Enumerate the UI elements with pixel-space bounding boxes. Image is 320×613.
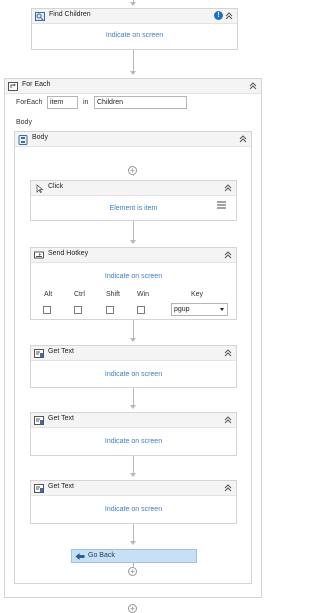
- info-icon[interactable]: !: [214, 11, 223, 20]
- activity-find-children[interactable]: Find Children ! Indicate on screen: [31, 8, 238, 50]
- activity-title: Get Text: [48, 415, 74, 422]
- collapse-icon[interactable]: [224, 251, 232, 259]
- add-activity-icon[interactable]: +: [128, 166, 137, 175]
- indicate-on-screen-link[interactable]: Indicate on screen: [32, 32, 237, 39]
- activity-title: Send Hotkey: [48, 250, 89, 257]
- indicate-on-screen-link[interactable]: Indicate on screen: [31, 371, 236, 378]
- alt-label: Alt: [44, 291, 53, 298]
- activity-header: Get Text: [31, 413, 236, 428]
- item-variable-field[interactable]: item: [47, 96, 78, 109]
- collapse-icon[interactable]: [224, 349, 232, 357]
- connector-arrow: [130, 473, 136, 477]
- shift-checkbox[interactable]: [106, 306, 114, 314]
- activity-header: Click: [31, 181, 236, 196]
- activity-get-text[interactable]: Get Text Indicate on screen: [30, 412, 237, 456]
- activity-get-text[interactable]: Get Text Indicate on screen: [30, 480, 237, 524]
- shift-label: Shift: [106, 291, 121, 298]
- collapse-icon[interactable]: [249, 82, 257, 90]
- connector-line: [133, 388, 134, 406]
- connector-line: [133, 320, 134, 339]
- connector-line: [133, 50, 134, 72]
- activity-header: Find Children !: [32, 9, 237, 24]
- key-label: Key: [191, 291, 204, 298]
- activity-title: Get Text: [48, 348, 74, 355]
- activity-header: Send Hotkey: [31, 248, 236, 263]
- keyboard-icon: [34, 251, 44, 259]
- collapse-icon[interactable]: [224, 184, 232, 192]
- activity-send-hotkey[interactable]: Send Hotkey Indicate on screen Alt Ctrl …: [30, 247, 237, 320]
- activity-header: For Each: [5, 79, 261, 94]
- sequence-header: Body: [15, 132, 251, 147]
- connector-arrow: [130, 338, 136, 342]
- collection-field[interactable]: Children: [94, 96, 187, 109]
- activity-title: Go Back: [88, 552, 115, 559]
- connector-line: [133, 221, 134, 241]
- connector-arrow: [130, 71, 136, 75]
- foreach-label: ForEach: [16, 99, 43, 106]
- ctrl-checkbox[interactable]: [74, 306, 82, 314]
- for-each-icon: [8, 82, 18, 91]
- indicate-on-screen-link[interactable]: Indicate on screen: [31, 273, 236, 280]
- collapse-icon[interactable]: [224, 416, 232, 424]
- activity-header: Get Text: [31, 346, 236, 361]
- activity-header: Get Text: [31, 481, 236, 496]
- indicate-on-screen-link[interactable]: Indicate on screen: [31, 438, 236, 445]
- connector-line: [133, 456, 134, 474]
- activity-title: Get Text: [48, 483, 74, 490]
- get-text-icon: [34, 416, 44, 425]
- body-label: Body: [16, 119, 32, 126]
- activity-title: Find Children: [49, 11, 91, 18]
- activity-click[interactable]: Click Element is item: [30, 180, 237, 221]
- sequence-title: Body: [32, 134, 48, 141]
- win-checkbox[interactable]: [137, 306, 145, 314]
- connector-arrow: [130, 240, 136, 244]
- connector-line: [133, 175, 134, 176]
- connector-line: [133, 524, 134, 542]
- click-icon: [34, 184, 44, 194]
- add-activity-icon[interactable]: +: [128, 567, 137, 576]
- activity-title: For Each: [22, 81, 51, 88]
- win-label: Win: [137, 291, 150, 298]
- activity-get-text[interactable]: Get Text Indicate on screen: [30, 345, 237, 388]
- connector-arrow: [130, 541, 136, 545]
- get-text-icon: [34, 349, 44, 358]
- get-text-icon: [34, 484, 44, 493]
- activity-title: Click: [48, 183, 64, 190]
- collapse-icon[interactable]: [224, 484, 232, 492]
- in-label: in: [83, 99, 89, 106]
- key-select-value: pgup: [174, 306, 190, 313]
- collapse-icon[interactable]: [239, 135, 247, 143]
- key-select[interactable]: pgup: [171, 303, 228, 316]
- back-arrow-icon: [75, 552, 85, 561]
- ctrl-label: Ctrl: [74, 291, 85, 298]
- indicate-on-screen-link[interactable]: Indicate on screen: [31, 506, 236, 513]
- hamburger-menu-icon[interactable]: [217, 201, 226, 209]
- connector-arrow: [130, 2, 136, 6]
- activity-go-back[interactable]: Go Back: [71, 549, 197, 563]
- find-children-icon: [35, 12, 45, 21]
- element-target-link[interactable]: Element is item: [31, 205, 236, 212]
- alt-checkbox[interactable]: [43, 306, 51, 314]
- connector-arrow: [130, 405, 136, 409]
- chevron-down-icon: [220, 308, 224, 311]
- collapse-icon[interactable]: [225, 12, 233, 20]
- sequence-icon: [18, 135, 28, 145]
